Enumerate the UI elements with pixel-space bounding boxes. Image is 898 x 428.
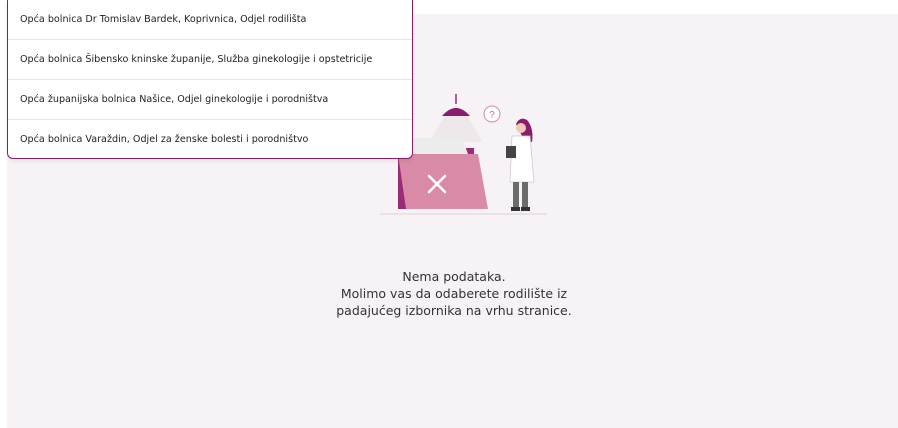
hospital-dropdown-menu: Opća bolnica Dr Tomislav Bardek, Koprivn…	[7, 0, 413, 159]
dropdown-option[interactable]: Opća županijska bolnica Našice, Odjel gi…	[8, 80, 412, 120]
page: ? Nema podataka. Molimo vas da odaberete…	[0, 0, 898, 428]
empty-state-instruction-line2: padajućeg izbornika na vrhu stranice.	[336, 303, 572, 318]
empty-state-instruction-line1: Molimo vas da odaberete rodilište iz	[340, 286, 568, 301]
dropdown-option[interactable]: Opća bolnica Šibensko kninske županije, …	[8, 40, 412, 80]
folder-front	[398, 154, 488, 209]
dropdown-option[interactable]: Opća bolnica Varaždin, Odjel za ženske b…	[8, 120, 412, 158]
question-mark: ?	[489, 110, 495, 121]
empty-state-message: Nema podataka. Molimo vas da odaberete r…	[304, 268, 604, 319]
empty-state-title: Nema podataka.	[402, 269, 506, 284]
lamp-shade-icon	[442, 108, 470, 116]
folder-paper	[410, 138, 468, 154]
dropdown-option[interactable]: Opća bolnica Dr Tomislav Bardek, Koprivn…	[8, 0, 412, 40]
doctor-figure	[506, 118, 535, 211]
